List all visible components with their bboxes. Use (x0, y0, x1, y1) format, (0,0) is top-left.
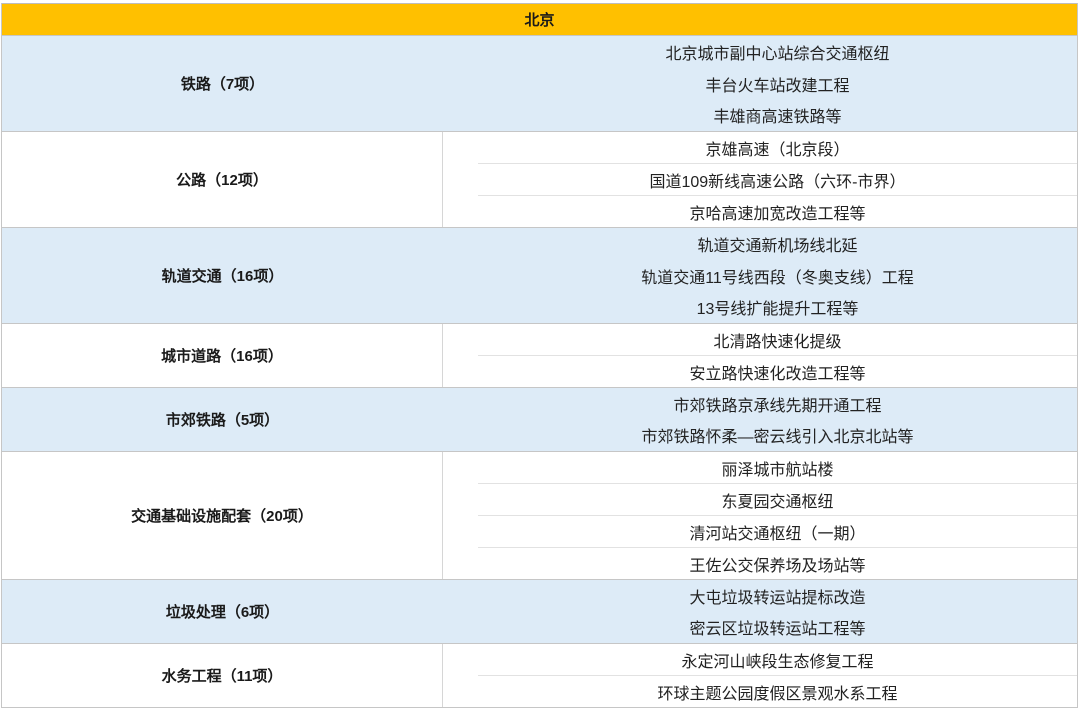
category-label: 轨道交通（16项） (161, 268, 284, 285)
item-list: 京雄高速（北京段） 国道109新线高速公路（六环-市界） 京哈高速加宽改造工程等 (478, 132, 1077, 227)
category-label: 公路（12项） (2, 132, 443, 227)
list-item: 密云区垃圾转运站工程等 (689, 621, 866, 639)
list-item: 丽泽城市航站楼 (721, 461, 834, 479)
item-list: 丽泽城市航站楼 东夏园交通枢纽 清河站交通枢纽（一期） 王佐公交保养场及场站等 (478, 452, 1077, 579)
list-item: 市郊铁路京承线先期开通工程 (673, 397, 882, 415)
category-label: 交通基础设施配套（20项） (2, 452, 443, 579)
spacer-cell (443, 132, 478, 227)
category-label: 市郊铁路（5项） (165, 412, 280, 429)
spacer-cell (443, 644, 478, 707)
spacer-cell (443, 324, 478, 387)
list-item: 丰台火车站改建工程 (705, 77, 850, 95)
list-item: 王佐公交保养场及场站等 (478, 547, 1077, 579)
list-item: 清河站交通枢纽（一期） (478, 515, 1077, 547)
list-item: 13号线扩能提升工程等 (696, 301, 859, 319)
list-item: 环球主题公园度假区景观水系工程 (478, 675, 1077, 707)
category-label: 垃圾处理（6项） (165, 604, 280, 621)
category-label: 铁路（7项） (180, 76, 265, 93)
project-table: 北京 铁路（7项） 北京城市副中心站综合交通枢纽 丰台火车站改建工程 丰雄商高速… (1, 3, 1078, 708)
list-item: 东夏园交通枢纽 (478, 483, 1077, 515)
list-item: 安立路快速化改造工程等 (478, 355, 1077, 387)
spacer-cell (443, 388, 478, 451)
spacer-cell (443, 228, 478, 323)
header-title: 北京 (524, 12, 555, 29)
list-item: 大屯垃圾转运站提标改造 (689, 589, 866, 607)
list-item: 轨道交通新机场线北延 (697, 237, 858, 255)
spacer-cell (443, 36, 478, 131)
group-waste-treatment: 垃圾处理（6项） 大屯垃圾转运站提标改造 密云区垃圾转运站工程等 (2, 580, 1077, 644)
item-list: 北清路快速化提级 安立路快速化改造工程等 (478, 324, 1077, 387)
item-list: 轨道交通新机场线北延 轨道交通11号线西段（冬奥支线）工程 13号线扩能提升工程… (478, 228, 1077, 323)
list-item: 国道109新线高速公路（六环-市界） (478, 163, 1077, 195)
list-item: 京雄高速（北京段） (705, 141, 850, 159)
group-highway: 公路（12项） 京雄高速（北京段） 国道109新线高速公路（六环-市界） 京哈高… (2, 132, 1077, 228)
group-railway: 铁路（7项） 北京城市副中心站综合交通枢纽 丰台火车站改建工程 丰雄商高速铁路等 (2, 36, 1077, 132)
category-label: 水务工程（11项） (2, 644, 443, 707)
list-item: 丰雄商高速铁路等 (713, 109, 842, 127)
item-list: 大屯垃圾转运站提标改造 密云区垃圾转运站工程等 (478, 580, 1077, 643)
group-transport-facilities: 交通基础设施配套（20项） 丽泽城市航站楼 东夏园交通枢纽 清河站交通枢纽（一期… (2, 452, 1077, 580)
list-item: 北清路快速化提级 (713, 333, 842, 351)
item-list: 北京城市副中心站综合交通枢纽 丰台火车站改建工程 丰雄商高速铁路等 (478, 36, 1077, 131)
category-label: 城市道路（16项） (2, 324, 443, 387)
group-suburban-railway: 市郊铁路（5项） 市郊铁路京承线先期开通工程 市郊铁路怀柔—密云线引入北京北站等 (2, 388, 1077, 452)
list-item: 轨道交通11号线西段（冬奥支线）工程 (641, 269, 914, 287)
group-rail-transit: 轨道交通（16项） 轨道交通新机场线北延 轨道交通11号线西段（冬奥支线）工程 … (2, 228, 1077, 324)
table-header: 北京 (2, 3, 1077, 36)
item-list: 永定河山峡段生态修复工程 环球主题公园度假区景观水系工程 (478, 644, 1077, 707)
list-item: 京哈高速加宽改造工程等 (478, 195, 1077, 227)
list-item: 永定河山峡段生态修复工程 (681, 653, 874, 671)
list-item: 北京城市副中心站综合交通枢纽 (665, 45, 890, 63)
spacer-cell (443, 580, 478, 643)
group-urban-roads: 城市道路（16项） 北清路快速化提级 安立路快速化改造工程等 (2, 324, 1077, 388)
item-list: 市郊铁路京承线先期开通工程 市郊铁路怀柔—密云线引入北京北站等 (478, 388, 1077, 451)
list-item: 市郊铁路怀柔—密云线引入北京北站等 (641, 429, 914, 447)
group-water-projects: 水务工程（11项） 永定河山峡段生态修复工程 环球主题公园度假区景观水系工程 (2, 644, 1077, 708)
spacer-cell (443, 452, 478, 579)
